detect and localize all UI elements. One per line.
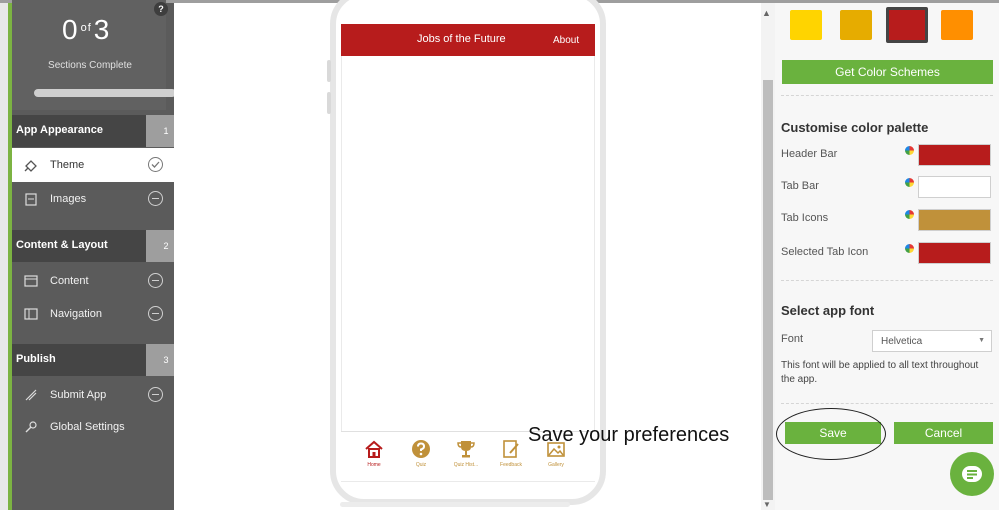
incomplete-dash-icon [148,306,163,321]
progress-summary: 0 of3 Sections Complete [12,0,176,110]
phone-side-button [327,92,331,114]
font-select[interactable]: Helvetica ▼ [872,330,992,352]
sidebar-item-label: Theme [50,159,85,171]
tab-quiz-history[interactable]: Quiz Hist... [446,439,486,468]
settings-icon [24,420,38,434]
annotation-highlight [776,408,886,460]
sidebar-item-label: Submit App [50,389,107,401]
sidebar-item-label: Global Settings [50,421,125,433]
incomplete-dash-icon [148,273,163,288]
palette-row-label: Selected Tab Icon [781,246,869,258]
color-swatch[interactable] [941,10,973,40]
chevron-down-icon: ▼ [978,337,985,344]
get-color-schemes-button[interactable]: Get Color Schemes [782,60,993,84]
scrollbar-thumb[interactable] [763,80,773,500]
tab-home[interactable]: Home [354,439,394,468]
palette-row-label: Header Bar [781,148,838,160]
navigation-icon [24,307,38,321]
incomplete-dash-icon [148,387,163,402]
font-label: Font [781,333,804,345]
tab-feedback[interactable]: Feedback [491,439,531,468]
phone-home-indicator [340,502,570,507]
progress-bar [34,89,176,97]
tab-bar-color-box[interactable] [918,176,991,198]
rocket-icon [24,388,38,402]
selected-tab-icon-color-box[interactable] [918,242,991,264]
divider [781,95,993,96]
header-bar-color-box[interactable] [918,144,991,166]
home-icon [364,439,384,459]
section-title: Content & Layout [16,239,108,251]
palette-title: Customise color palette [781,120,929,135]
sections-complete-count: 0 of3 [62,14,110,46]
sidebar-item-label: Navigation [50,308,102,320]
tab-label: Quiz Hist... [453,462,479,468]
scroll-down-arrow-icon[interactable]: ▼ [763,500,771,509]
sidebar-item-navigation[interactable]: Navigation [12,297,174,331]
color-swatch[interactable] [790,10,822,40]
sidebar-item-label: Images [50,193,87,205]
sidebar-item-images[interactable]: Images [12,182,174,216]
sidebar-item-content[interactable]: Content [12,264,174,298]
sidebar-item-global-settings[interactable]: Global Settings [12,410,174,444]
total-count: 3 [93,14,111,45]
sidebar-item-theme[interactable]: Theme [12,148,174,182]
scroll-up-arrow-icon[interactable]: ▲ [762,8,771,18]
font-help-text: This font will be applied to all text th… [781,360,979,385]
question-circle-icon [411,439,431,459]
sidebar-edge [0,3,8,510]
phone-side-button [327,60,331,82]
section-title: Publish [16,353,56,365]
section-app-appearance[interactable]: App Appearance 1 [12,115,186,147]
palette-row-label: Tab Icons [781,212,829,224]
image-icon [24,192,38,206]
palette-row-label: Tab Bar [781,180,819,192]
question-icon[interactable]: ? [154,2,168,16]
color-swatch[interactable] [840,10,872,40]
divider [781,280,993,281]
sections-complete-label: Sections Complete [48,60,132,71]
feedback-icon [501,439,521,459]
app-builder-screen: 0 of3 Sections Complete ? App Appearance … [0,0,999,510]
phone-screen [341,24,595,482]
color-wheel-icon[interactable] [905,178,914,187]
completed-count: 0 [62,14,79,45]
sidebar-item-submit-app[interactable]: Submit App [12,378,174,412]
font-title: Select app font [781,303,875,318]
sidebar-item-label: Content [50,275,89,287]
section-title: App Appearance [16,124,104,136]
phone-about-link[interactable]: About [553,35,579,46]
tab-label: Home [367,462,381,468]
chat-icon[interactable] [950,452,994,496]
section-publish[interactable]: Publish 3 [12,344,186,376]
of-label: of [80,22,92,34]
content-icon [24,274,38,288]
complete-check-icon [148,157,163,172]
color-wheel-icon[interactable] [905,146,914,155]
section-content-layout[interactable]: Content & Layout 2 [12,230,186,262]
annotation-text: Save your preferences [528,424,730,446]
color-swatch-selected[interactable] [886,7,928,43]
font-select-value: Helvetica [881,336,923,347]
cancel-button[interactable]: Cancel [894,422,993,444]
tab-label: Gallery [548,462,564,468]
tab-label: Feedback [500,462,522,468]
color-wheel-icon[interactable] [905,244,914,253]
phone-header-title: Jobs of the Future [417,33,506,45]
phone-header-bar: Jobs of the Future About [341,24,595,56]
incomplete-dash-icon [148,191,163,206]
trophy-icon [456,439,476,459]
tab-icons-color-box[interactable] [918,209,991,231]
tab-quiz[interactable]: Quiz [401,439,441,468]
tab-label: Quiz [415,462,427,468]
divider [781,403,993,404]
color-wheel-icon[interactable] [905,210,914,219]
paint-bucket-icon [24,158,38,172]
